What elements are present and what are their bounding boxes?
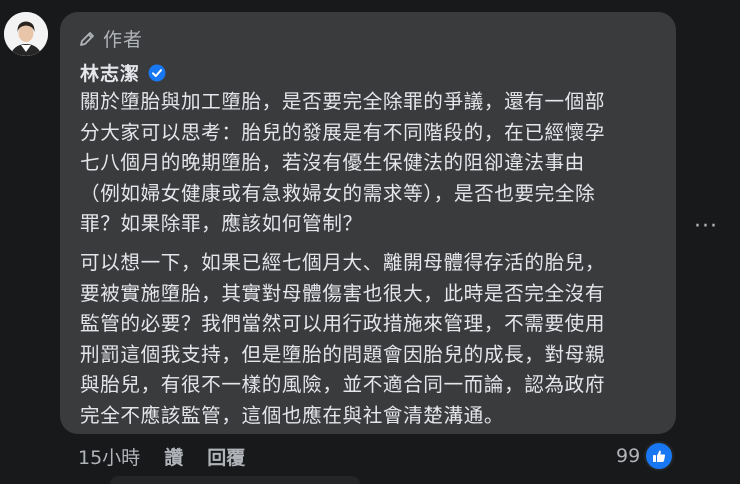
reply-button[interactable]: 回覆: [207, 443, 245, 470]
verified-badge-icon: [148, 64, 166, 81]
comment-line: 罪？如果除罪，應該如何管制？: [80, 212, 363, 235]
like-thumb-icon: [644, 441, 675, 471]
like-button[interactable]: 讚: [164, 443, 183, 470]
author-row: 林志潔: [80, 59, 166, 86]
reaction-count: 99: [616, 445, 641, 467]
comment-paragraph: 關於墮胎與加工墮胎，是否要完全除罪的爭議，還有一個部 分大家可以思考：胎兒的發展…: [80, 87, 664, 240]
comment-line: 要被實施墮胎，其實對母體傷害也很大，此時是否完全沒有: [80, 281, 606, 305]
comment-actions: 15小時 讚 回覆: [78, 443, 245, 470]
comment-line: 可以想一下，如果已經七個月大、離開母體得存活的胎兒，: [80, 251, 606, 274]
comment-line: 關於墮胎與加工墮胎，是否要完全除罪的爭議，還有一個部: [80, 90, 606, 113]
author-badge: 作者: [78, 25, 143, 52]
timestamp-link[interactable]: 15小時: [78, 443, 140, 470]
pencil-icon: [80, 31, 94, 46]
comment-thread: 作者 林志潔 關於墮胎與加工墮胎，是否要完全除罪的爭議，還有一個部 分大家可以思…: [0, 0, 740, 484]
comment-line: 監管的必要？我們當然可以用行政措施來管理，不需要使用: [80, 312, 606, 335]
comment-line: 與胎兒，有很不一樣的風險，並不適合同一而論，認為政府: [80, 373, 606, 396]
comment-line: 刑罰這個我支持，但是墮胎的問題會因胎兒的成長，對母親: [80, 342, 606, 366]
author-badge-label: 作者: [103, 29, 144, 51]
author-name[interactable]: 林志潔: [80, 59, 140, 86]
more-options-icon[interactable]: ···: [694, 214, 718, 239]
avatar[interactable]: [4, 12, 48, 56]
comment-line: 七八個月的晚期墮胎，若沒有優生保健法的阻卻違法事由: [80, 151, 585, 174]
reaction-summary[interactable]: 99: [616, 441, 675, 471]
comment-line: 完全不應該監管，這個也應在與社會清楚溝通。: [80, 403, 505, 427]
comment-line: （例如婦女健康或有急救婦女的需求等），是否也要完全除: [80, 181, 596, 205]
comment-bubble: 作者 林志潔 關於墮胎與加工墮胎，是否要完全除罪的爭議，還有一個部 分大家可以思…: [60, 12, 676, 434]
next-comment-edge: [110, 476, 360, 484]
comment-paragraph: 可以想一下，如果已經七個月大、離開母體得存活的胎兒， 要被實施墮胎，其實對母體傷…: [80, 248, 664, 431]
comment-line: 分大家可以思考：胎兒的發展是有不同階段的，在已經懷孕: [80, 120, 606, 144]
